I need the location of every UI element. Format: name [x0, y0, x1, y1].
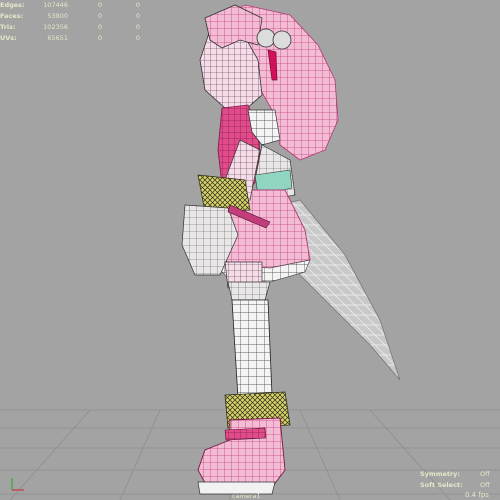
axis-gizmo [11, 478, 24, 491]
symmetry-label: Symmetry: [420, 470, 461, 478]
3d-viewport[interactable]: Edges: 107446 0 0 Faces: 53800 0 0 Tris:… [0, 0, 500, 500]
soft-select-value: Off [480, 481, 490, 489]
viewport-scene[interactable] [0, 0, 500, 500]
stat-value: 65651 [47, 34, 68, 42]
stat-label: UVs: [0, 34, 17, 42]
hair-flower-left [256, 28, 276, 48]
front-leg-mesh [231, 299, 273, 399]
boot-strap [224, 427, 267, 441]
hair-flower-right [272, 30, 292, 50]
stat-triangles: 0 [135, 34, 140, 42]
symmetry-value: Off [480, 470, 490, 478]
stat-selected: 0 [97, 34, 102, 42]
soft-select-status: Soft Select: Off [420, 481, 500, 491]
fps-readout: 0.4 fps [465, 491, 489, 499]
camera-name: camera1 [232, 492, 261, 500]
symmetry-status: Symmetry: Off [420, 470, 500, 480]
soft-select-label: Soft Select: [420, 481, 463, 489]
stocking-top [227, 281, 271, 301]
